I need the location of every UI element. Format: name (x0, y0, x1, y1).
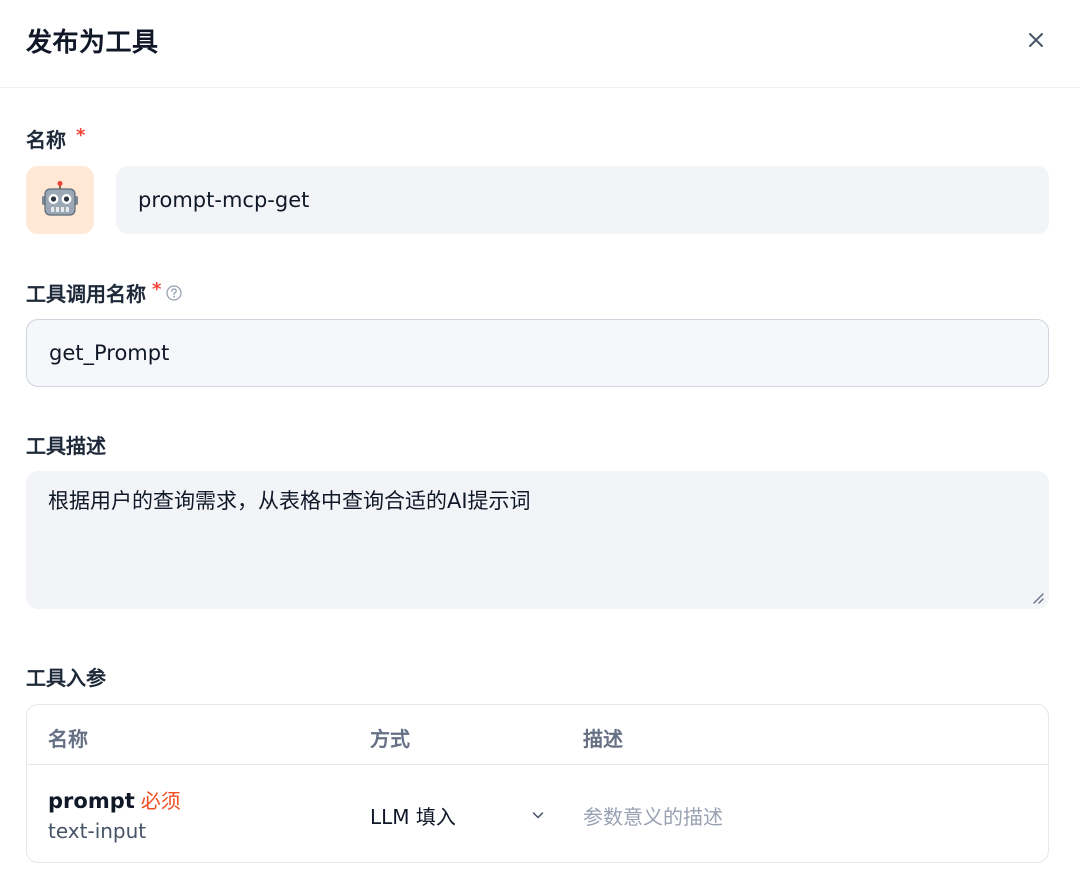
params-label: 工具入参 (26, 666, 106, 690)
param-description-input[interactable]: 参数意义的描述 (583, 800, 1023, 830)
description-label: 工具描述 (26, 434, 106, 458)
publish-tool-dialog: 发布为工具 名称 * prompt-mcp-get 工具调用名称 * get_P… (0, 0, 1080, 896)
robot-icon (42, 181, 78, 216)
dialog-title: 发布为工具 (26, 28, 159, 58)
column-header-method: 方式 (370, 727, 410, 751)
required-mark: * (152, 279, 162, 300)
method-value: LLM 填入 (370, 804, 456, 829)
tool-call-name-input[interactable]: get_Prompt (26, 319, 1049, 387)
tool-name-input[interactable]: prompt-mcp-get (116, 166, 1049, 234)
call-name-label: 工具调用名称 * (26, 278, 183, 307)
resize-handle-icon[interactable] (1031, 591, 1045, 605)
tool-description-textarea[interactable]: 根据用户的查询需求，从表格中查询合适的AI提示词 (26, 471, 1049, 609)
column-header-description: 描述 (583, 727, 623, 751)
dialog-header: 发布为工具 (0, 0, 1080, 88)
table-header: 名称 方式 描述 (27, 705, 1048, 765)
close-icon (1029, 33, 1043, 47)
param-required-tag: 必须 (140, 789, 181, 813)
params-table: 名称 方式 描述 prompt 必须 text-input LLM 填入 参数意义… (26, 704, 1049, 863)
param-name: prompt (48, 789, 135, 813)
close-button[interactable] (1018, 22, 1054, 58)
name-label: 名称 * (26, 125, 86, 152)
param-type: text-input (48, 819, 147, 843)
tool-avatar[interactable] (26, 166, 94, 234)
table-row: prompt 必须 (48, 785, 181, 814)
chevron-down-icon (532, 812, 544, 819)
column-header-name: 名称 (48, 727, 88, 751)
param-description-placeholder: 参数意义的描述 (583, 804, 723, 829)
question-circle-icon[interactable] (165, 284, 183, 302)
required-mark: * (76, 125, 86, 146)
param-method-select[interactable]: LLM 填入 (370, 800, 546, 830)
